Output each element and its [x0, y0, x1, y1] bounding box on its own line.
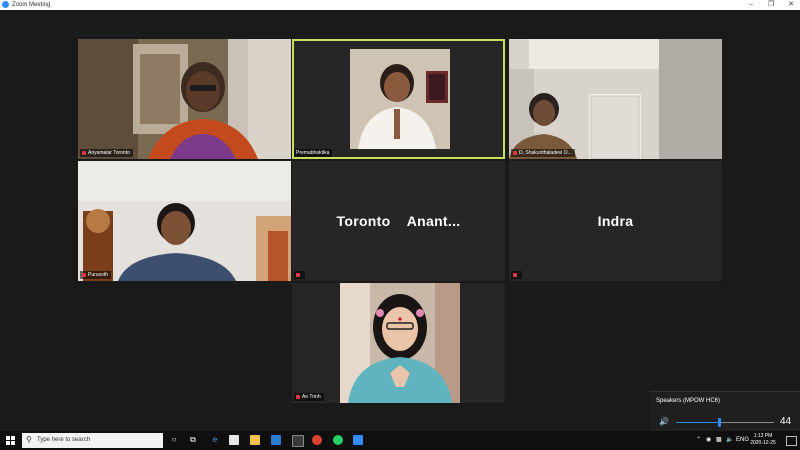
mic-muted-icon: [82, 150, 86, 155]
participant-tile[interactable]: An Trinh: [292, 283, 505, 403]
participant-video: [78, 161, 291, 281]
mic-muted-icon: [82, 272, 86, 277]
file-explorer-icon[interactable]: [250, 435, 260, 445]
close-button[interactable]: ✕: [782, 0, 800, 10]
chrome-icon[interactable]: [312, 435, 322, 445]
edge-browser-icon[interactable]: e: [210, 435, 220, 445]
volume-level: 44: [780, 416, 792, 427]
zoom-app-icon: [2, 1, 9, 8]
notification-center-icon[interactable]: [786, 436, 797, 446]
store-icon[interactable]: [229, 435, 239, 445]
search-placeholder: Type here to search: [37, 437, 91, 443]
mic-muted-icon: [513, 272, 517, 277]
maximize-button[interactable]: ❐: [762, 0, 780, 10]
search-icon: ⚲: [26, 435, 32, 444]
participant-name-label: Purusoth: [80, 271, 112, 279]
document-icon[interactable]: [292, 435, 304, 447]
gallery-view: Ariyamalar Toronto Premabhaktika D, Shak…: [0, 10, 800, 431]
participant-name-label: [294, 271, 305, 279]
participant-name-label: An Trinh: [294, 393, 324, 401]
windows-start-button[interactable]: [6, 436, 15, 445]
participant-video: [340, 283, 460, 403]
participant-tile[interactable]: Ariyamalar Toronto: [78, 39, 291, 159]
mail-icon[interactable]: [271, 435, 281, 445]
system-clock[interactable]: 1:13 PM 2020-12-25: [748, 433, 778, 447]
mic-muted-icon: [513, 150, 517, 155]
participant-tile-active-speaker[interactable]: Premabhaktika: [292, 39, 505, 159]
participant-name-label: Premabhaktika: [294, 149, 333, 157]
mic-muted-icon: [296, 272, 300, 277]
clock-time: 1:13 PM: [753, 433, 773, 439]
volume-tray-icon[interactable]: 🔈: [726, 431, 733, 450]
window-title: Zoom Meeting: [12, 2, 51, 8]
audio-device-name: Speakers (MPOW HC6): [656, 398, 721, 404]
minimize-button[interactable]: –: [742, 0, 760, 10]
taskbar-search-box[interactable]: ⚲ Type here to search: [22, 433, 163, 448]
participant-tile[interactable]: Purusoth: [78, 161, 291, 281]
participant-video: [78, 39, 291, 159]
zoom-taskbar-icon[interactable]: [353, 435, 363, 445]
participant-display-name: Indra: [597, 213, 634, 229]
cortana-icon[interactable]: ○: [169, 435, 179, 445]
volume-slider[interactable]: [676, 418, 774, 427]
speaker-icon[interactable]: 🔊: [659, 417, 669, 426]
taskbar: ⚲ Type here to search ○ ⧉ e ⌃ ◉ ▩ 🔈 ENG …: [0, 431, 800, 450]
participant-tile[interactable]: D, Shakunthaladevi O...: [509, 39, 722, 159]
clock-date: 2020-12-25: [750, 440, 776, 446]
whatsapp-icon[interactable]: [333, 435, 343, 445]
tray-chevron-icon[interactable]: ⌃: [696, 431, 701, 450]
volume-slider-fill: [676, 422, 720, 423]
wifi-icon[interactable]: ▩: [716, 431, 722, 450]
participant-video: [509, 39, 722, 159]
participant-video: [350, 49, 450, 149]
participant-name-label: [511, 271, 522, 279]
volume-slider-thumb[interactable]: [718, 418, 722, 427]
participant-tile[interactable]: Toronto Anant...: [292, 161, 505, 281]
participant-display-name: Toronto Anant...: [336, 213, 461, 229]
participant-name-label: D, Shakunthaladevi O...: [511, 149, 575, 157]
task-view-icon[interactable]: ⧉: [188, 435, 198, 445]
participant-tile[interactable]: Indra: [509, 161, 722, 281]
mic-muted-icon: [296, 394, 300, 399]
speaker-volume-popup: Speakers (MPOW HC6) 🔊 44: [650, 391, 800, 432]
network-icon[interactable]: ◉: [706, 431, 711, 450]
participant-name-label: Ariyamalar Toronto: [80, 149, 133, 157]
